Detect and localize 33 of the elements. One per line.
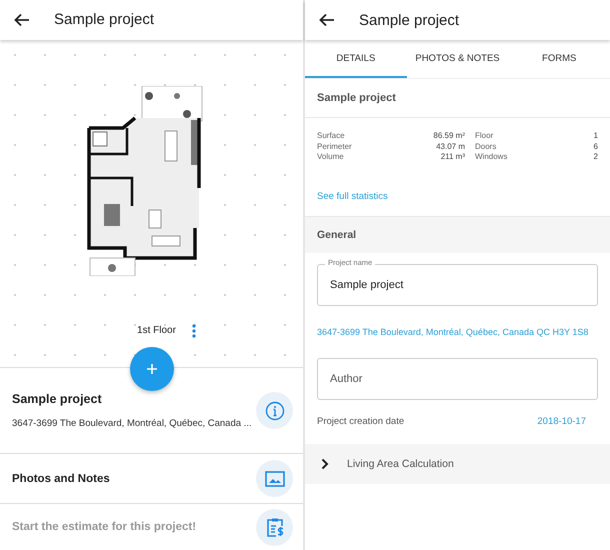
floor-label: 1st Floor bbox=[137, 325, 176, 336]
stat-label: Volume bbox=[317, 152, 345, 162]
stat-label: Perimeter bbox=[317, 142, 353, 152]
project-title: Sample project bbox=[317, 92, 396, 104]
screen-title: Sample project bbox=[54, 11, 154, 28]
stat-value: 2 bbox=[594, 152, 598, 162]
item-title[interactable]: Photos and Notes bbox=[12, 472, 110, 485]
stat-value: 6 bbox=[594, 142, 598, 152]
clipboard-dollar-icon[interactable] bbox=[256, 508, 293, 546]
stat-label: Floor bbox=[475, 131, 494, 142]
stat-label: Surface bbox=[317, 131, 346, 142]
info-icon[interactable] bbox=[256, 392, 293, 430]
chevron-icon bbox=[321, 458, 329, 470]
item-title[interactable]: Sample project bbox=[12, 392, 252, 406]
screen-title: Sample project bbox=[359, 12, 460, 28]
stat-value: 43.07 m bbox=[435, 142, 465, 152]
plus-icon bbox=[146, 362, 158, 375]
add-button[interactable] bbox=[130, 346, 174, 391]
more-options-icon[interactable] bbox=[192, 324, 196, 338]
stat-value: 1 bbox=[594, 131, 598, 142]
stat-value: 86.59 m² bbox=[432, 131, 465, 142]
expander-row[interactable]: Living Area Calculation bbox=[305, 444, 610, 484]
expander-label: Living Area Calculation bbox=[347, 458, 454, 470]
stat-value: 211 m³ bbox=[440, 152, 465, 162]
image-icon[interactable] bbox=[256, 460, 293, 498]
stat-label: Windows bbox=[475, 152, 508, 162]
item-subtitle: 3647-3699 The Boulevard, Montréal, Québec, Canada ... bbox=[12, 418, 252, 430]
stat-label: Doors bbox=[475, 142, 498, 152]
date-label: Project creation date bbox=[317, 416, 404, 427]
section-heading: General bbox=[317, 228, 356, 240]
back-arrow-icon[interactable] bbox=[319, 12, 335, 28]
back-arrow-icon[interactable] bbox=[14, 12, 30, 28]
author-field[interactable]: Author bbox=[317, 358, 598, 400]
